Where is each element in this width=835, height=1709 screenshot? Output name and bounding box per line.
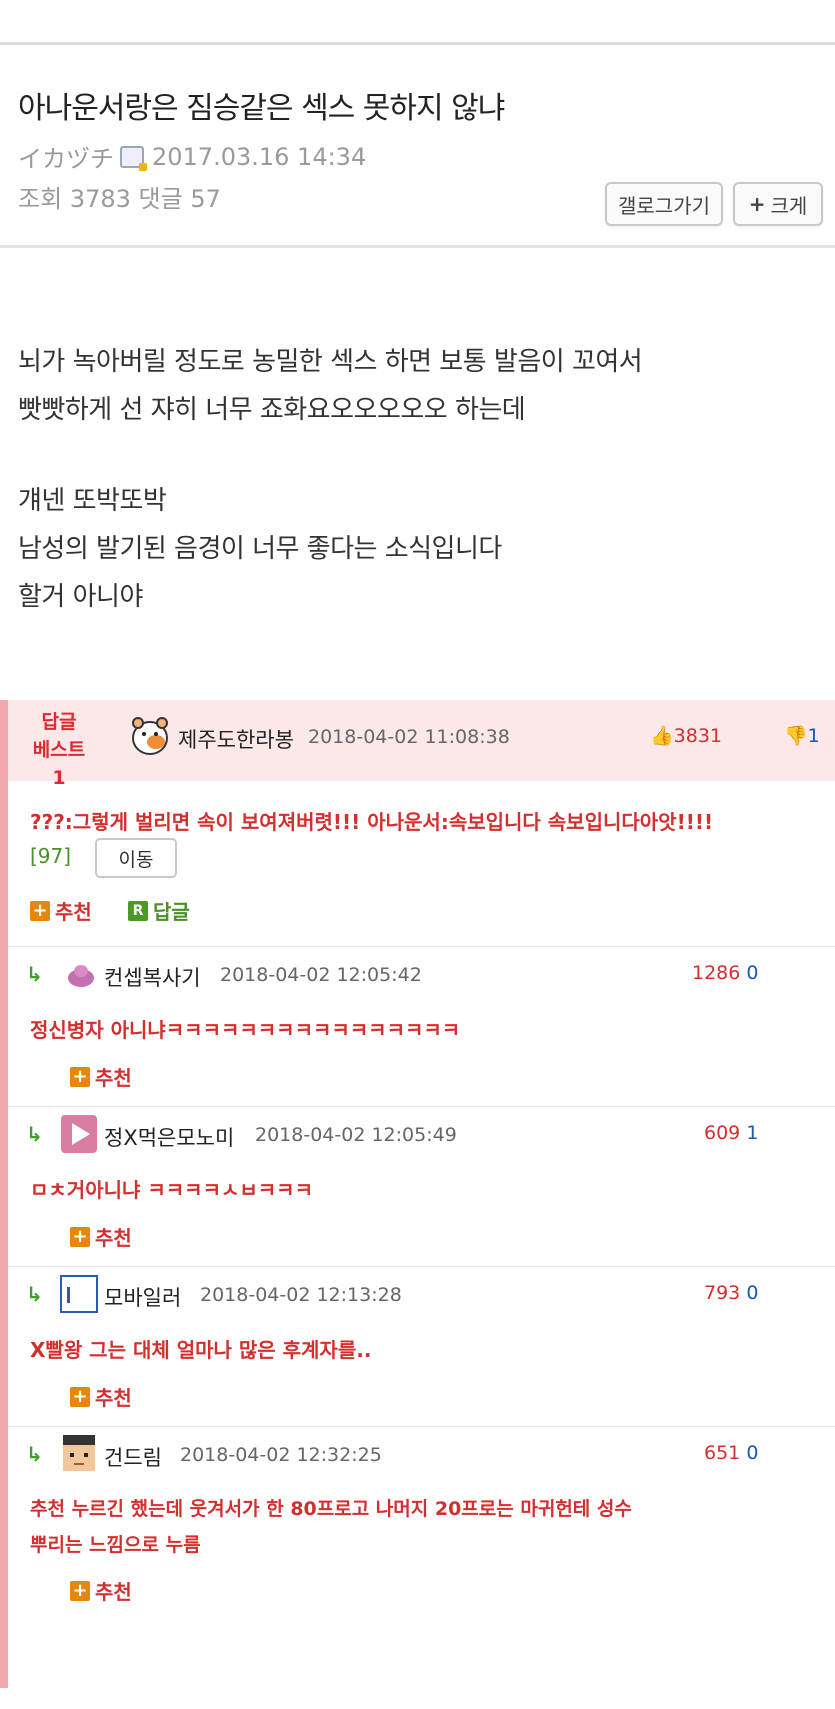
comments-label: 댓글 — [138, 185, 183, 213]
gallog-button-label: 갤로그가기 — [618, 193, 710, 218]
divider — [8, 1266, 835, 1267]
best-reply-ref: [97] — [30, 844, 72, 868]
reply-text-line: 추천 누르긴 했는데 웃겨서가 한 80프로고 나머지 20프로는 마귀헌테 성… — [30, 1498, 632, 1520]
post-body-line: 남성의 발기된 음경이 너무 좋다는 소식입니다 — [18, 534, 502, 564]
upvote-count: 609 — [704, 1122, 741, 1144]
reply-arrow-icon: ↳ — [26, 1282, 43, 1306]
upvote-count: 3831 — [673, 725, 723, 747]
reply-nick[interactable]: 건드림 — [104, 1442, 162, 1472]
plus-icon: + — [70, 1386, 90, 1407]
reply-arrow-icon: ↳ — [26, 962, 43, 986]
best-reply-upvote[interactable]: 👍3831 — [650, 724, 722, 747]
downvote-count: 0 — [746, 1282, 759, 1304]
reply-text-line: 뿌리는 느낌으로 누름 — [30, 1534, 201, 1556]
reply-text: 정신병자 아니냐ㅋㅋㅋㅋㅋㅋㅋㅋㅋㅋㅋㅋㅋㅋㅋㅋ — [30, 1018, 461, 1042]
zoom-button[interactable]: + 크게 — [733, 182, 823, 226]
move-button-label: 이동 — [118, 848, 154, 871]
reply-recommend[interactable]: + 추천 — [70, 1382, 132, 1411]
recommend-label: 추천 — [95, 1226, 132, 1250]
upvote-count: 651 — [704, 1442, 741, 1464]
thumbs-up-icon: 👍 — [650, 725, 674, 747]
best-badge: 답글 베스트1 — [28, 708, 90, 792]
reply-recommend[interactable]: + 추천 — [70, 1576, 132, 1605]
reply-arrow-icon: ↳ — [26, 1442, 43, 1466]
downvote-count: 1 — [746, 1122, 759, 1144]
divider — [8, 1426, 835, 1427]
reply-datetime: 2018-04-02 12:32:25 — [180, 1444, 382, 1466]
plus-icon: + — [748, 192, 766, 216]
post-stats: 조회 3783 댓글 57 — [18, 179, 221, 214]
reply-votes: 1286 0 — [692, 962, 759, 984]
best-reply-nick[interactable]: 제주도한라봉 — [178, 724, 294, 754]
text-cursor-avatar-icon — [60, 1275, 98, 1313]
post-body-line: 빳빳하게 선 쟈히 너무 죠화요오오오오오 하는데 — [18, 395, 526, 425]
recommend-label: 추천 — [95, 1580, 132, 1604]
best-reply-header: 답글 베스트1 제주도한라봉 2018-04-02 11:08:38 👍3831… — [8, 700, 835, 789]
best-badge-line1: 답글 — [41, 711, 77, 733]
thumbs-down-icon: 👎 — [784, 725, 808, 747]
zoom-button-label: 크게 — [770, 193, 808, 218]
reply-arrow-icon: ↳ — [26, 1122, 43, 1146]
recommend-label: 추천 — [95, 1386, 132, 1410]
divider — [8, 946, 835, 947]
post-author[interactable]: イカヅチ — [18, 139, 114, 174]
reply-label: 답글 — [153, 900, 190, 924]
best-reply-recommend[interactable]: + 추천 — [30, 896, 92, 925]
best-reply-text: ???:그렇게 벌리면 속이 보여져버렷!!! 아나운서:속보입니다 속보입니다… — [30, 810, 714, 834]
best-badge-line2: 베스트1 — [32, 739, 86, 789]
reply-votes: 609 1 — [704, 1122, 758, 1144]
views-label: 조회 — [18, 185, 63, 213]
post-title: 아나운서랑은 짐승같은 섹스 못하지 않냐 — [18, 91, 505, 126]
reply-recommend[interactable]: + 추천 — [70, 1062, 132, 1091]
post-body-line: 걔넨 또박또박 — [18, 486, 167, 516]
reply-icon: R — [128, 900, 148, 921]
reply-nick[interactable]: 모바일러 — [104, 1282, 181, 1312]
downvote-count: 0 — [746, 1442, 759, 1464]
gallery-member-icon — [120, 145, 147, 171]
reply-datetime: 2018-04-02 12:13:28 — [200, 1284, 402, 1306]
move-button[interactable]: 이동 — [95, 838, 177, 878]
recommend-label: 추천 — [95, 1066, 132, 1090]
divider — [8, 1106, 835, 1107]
reply-text: X빨왕 그는 대체 얼마나 많은 후계자를.. — [30, 1338, 372, 1362]
recommend-label: 추천 — [55, 900, 92, 924]
play-avatar-icon — [61, 1115, 97, 1153]
post-body-line: 뇌가 녹아버릴 정도로 농밀한 섹스 하면 보통 발음이 꼬여서 — [18, 347, 643, 377]
blob-avatar-icon — [68, 965, 94, 987]
downvote-count: 1 — [807, 725, 820, 747]
reply-datetime: 2018-04-02 12:05:42 — [220, 964, 422, 986]
comments-count: 57 — [190, 185, 221, 213]
upvote-count: 793 — [704, 1282, 741, 1304]
plus-icon: + — [30, 900, 50, 921]
best-reply-reply[interactable]: R 답글 — [128, 896, 190, 925]
downvote-count: 0 — [746, 962, 759, 984]
plus-icon: + — [70, 1066, 90, 1087]
best-reply-downvote[interactable]: 👎1 — [784, 724, 820, 747]
reply-text: ㅁㅊ거아니냐 ㅋㅋㅋㅋㅅㅂㅋㅋㅋ — [30, 1178, 313, 1202]
best-reply-datetime: 2018-04-02 11:08:38 — [308, 726, 510, 748]
best-left-bar — [0, 700, 8, 1688]
plus-icon: + — [70, 1226, 90, 1247]
reply-nick[interactable]: 컨셉복사기 — [104, 962, 201, 992]
best-comments-section: 답글 베스트1 제주도한라봉 2018-04-02 11:08:38 👍3831… — [0, 700, 835, 1688]
post-body-line: 할거 아니야 — [18, 582, 143, 612]
reply-recommend[interactable]: + 추천 — [70, 1222, 132, 1251]
reply-votes: 651 0 — [704, 1442, 758, 1464]
views-count: 3783 — [69, 185, 131, 213]
post-body-blank — [18, 434, 642, 477]
hamster-avatar-icon — [132, 717, 168, 755]
gallog-button[interactable]: 갤로그가기 — [605, 182, 723, 226]
reply-votes: 793 0 — [704, 1282, 758, 1304]
reply-nick[interactable]: 정X먹은모노미 — [104, 1122, 234, 1152]
post-datetime: 2017.03.16 14:34 — [152, 142, 367, 171]
pixel-face-avatar-icon — [63, 1435, 95, 1471]
header-divider — [0, 245, 835, 248]
post-body: 뇌가 녹아버릴 정도로 농밀한 섹스 하면 보통 발음이 꼬여서 빳빳하게 선 … — [18, 338, 643, 621]
plus-icon: + — [70, 1580, 90, 1601]
reply-datetime: 2018-04-02 12:05:49 — [255, 1124, 457, 1146]
upvote-count: 1286 — [692, 962, 741, 984]
post-author-row: イカヅチ 2017.03.16 14:34 — [18, 139, 366, 174]
